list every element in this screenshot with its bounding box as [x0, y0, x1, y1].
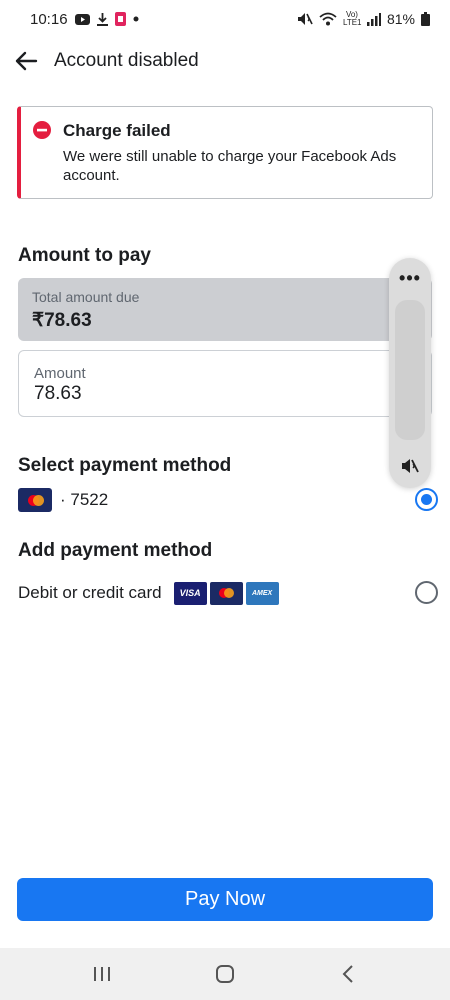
add-payment-heading: Add payment method [18, 540, 213, 561]
select-payment-heading: Select payment method [18, 455, 232, 476]
mute-icon [297, 12, 313, 26]
home-button[interactable] [205, 954, 245, 994]
mastercard-icon [18, 488, 52, 512]
app-bar: Account disabled [0, 38, 450, 84]
back-button[interactable] [12, 47, 40, 75]
battery-percent: 81% [386, 11, 415, 27]
volume-panel[interactable]: ••• [389, 258, 431, 488]
debit-credit-option[interactable]: Debit or credit card VISA AMEX [18, 580, 438, 606]
pay-now-button[interactable]: Pay Now [17, 878, 433, 921]
charge-failed-alert: Charge failed We were still unable to ch… [17, 106, 433, 199]
status-time: 10:16 [30, 10, 68, 28]
alert-message: We were still unable to charge your Face… [63, 148, 397, 184]
volume-slider[interactable] [395, 300, 425, 440]
amount-input[interactable]: Amount 78.63 [18, 350, 432, 417]
back-nav-button[interactable] [328, 954, 368, 994]
amount-value[interactable]: 78.63 [34, 383, 416, 405]
card-number: · 7522 [60, 490, 109, 509]
more-options-icon[interactable]: ••• [389, 266, 431, 290]
network-type-label: Vo) LTE1 [342, 10, 362, 27]
wifi-icon [319, 12, 337, 26]
system-nav-bar [0, 948, 450, 1000]
visa-icon: VISA [173, 581, 207, 605]
amount-to-pay-heading: Amount to pay [18, 245, 151, 266]
arrow-left-icon [15, 51, 38, 71]
alert-title: Charge failed [63, 121, 171, 140]
battery-icon [421, 12, 430, 26]
amex-icon: AMEX [245, 581, 279, 605]
home-icon [215, 965, 234, 983]
recent-apps-icon [93, 967, 110, 981]
signal-icon [366, 12, 381, 26]
download-icon [96, 12, 108, 26]
saved-card-radio[interactable] [415, 488, 438, 511]
total-due-value: ₹78.63 [32, 310, 92, 331]
mute-icon[interactable] [389, 455, 431, 477]
recent-apps-button[interactable] [82, 954, 122, 994]
debit-credit-radio[interactable] [415, 581, 438, 604]
app-notification-icon [114, 12, 126, 26]
saved-card-option[interactable]: · 7522 [18, 487, 438, 513]
total-due-field: Total amount due ₹78.63 [18, 278, 432, 341]
page-title: Account disabled [54, 50, 199, 71]
chevron-left-icon [342, 965, 354, 983]
amount-label: Amount [34, 365, 86, 382]
minus-circle-icon [33, 121, 51, 144]
debit-credit-label: Debit or credit card [18, 583, 162, 602]
status-bar: 10:16 Vo) LTE1 81% [0, 0, 450, 38]
youtube-icon [74, 13, 90, 25]
mastercard-icon [209, 581, 243, 605]
more-notifications-dot-icon [133, 16, 139, 22]
total-due-label: Total amount due [32, 289, 140, 305]
